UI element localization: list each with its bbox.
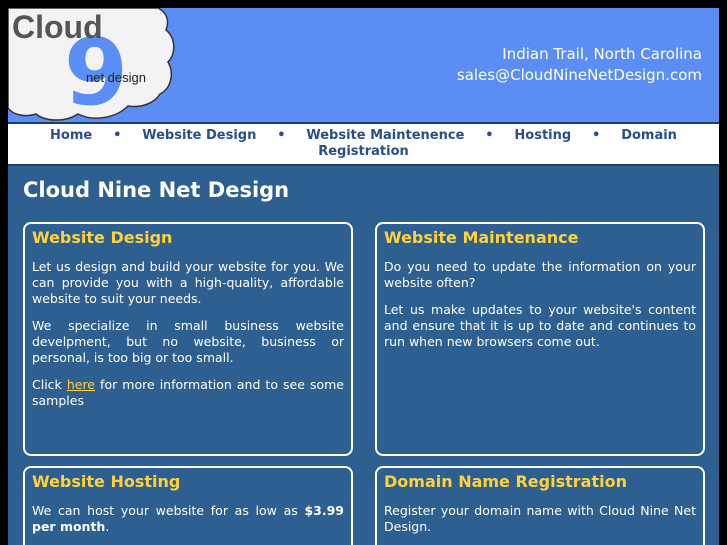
box-heading: Domain Name Registration (384, 472, 627, 491)
box-paragraph: Let us make updates to your website's co… (384, 302, 696, 349)
nav-website-design[interactable]: Website Design (142, 128, 256, 143)
box-heading: Website Maintenance (384, 228, 579, 247)
website-design-box: Website Design Let us design and build y… (23, 222, 353, 456)
location-text: Indian Trail, North Carolina (502, 45, 702, 63)
page-title: Cloud Nine Net Design (23, 178, 290, 202)
nav-row: Home • Website Design • Website Maintenence •… (8, 128, 719, 143)
page-frame: 9 Cloud net design Indian Trail, North C… (8, 8, 719, 545)
hosting-period: . (105, 519, 110, 534)
box-heading: Website Design (32, 228, 173, 247)
nav-separator: • (485, 128, 494, 143)
box-paragraph: Let us design and build your website for… (32, 259, 344, 306)
nav-separator: • (277, 128, 286, 143)
box-paragraph: We specialize in small business website … (32, 318, 344, 365)
header: 9 Cloud net design Indian Trail, North C… (8, 8, 719, 126)
logo-word: Cloud (12, 9, 103, 45)
nav-hosting[interactable]: Hosting (514, 128, 571, 143)
cloud-nine-logo[interactable]: 9 Cloud net design (8, 8, 178, 126)
box-paragraph: Register your domain name with Cloud Nin… (384, 503, 696, 534)
box-paragraph: We can host your website for as low as $… (32, 503, 344, 535)
email-text[interactable]: sales@CloudNineNetDesign.com (457, 65, 702, 86)
nav-bar: Home • Website Design • Website Maintenence •… (8, 122, 719, 166)
website-maintenance-box: Website Maintenance Do you need to updat… (375, 222, 705, 456)
box-paragraph: Do you need to update the information on… (384, 259, 696, 290)
nav-website-maintenence[interactable]: Website Maintenence (306, 128, 464, 143)
hosting-text: We can host your website for as low as (32, 503, 305, 518)
click-text: Click (32, 377, 67, 392)
domain-registration-box: Domain Name Registration Register your d… (375, 466, 705, 545)
nav-domain-registration-wrap[interactable]: Registration (318, 144, 409, 159)
nav-row-wrap: Registration (8, 144, 719, 159)
here-link[interactable]: here (67, 377, 95, 392)
nav-separator: • (592, 128, 601, 143)
box-heading: Website Hosting (32, 472, 181, 491)
website-hosting-box: Website Hosting We can host your website… (23, 466, 353, 545)
logo-subtitle: net design (86, 70, 146, 85)
nav-domain-registration[interactable]: Domain (621, 128, 677, 143)
contact-info: Indian Trail, North Carolina sales@Cloud… (457, 44, 702, 86)
nav-separator: • (113, 128, 122, 143)
box-paragraph: Click here for more information and to s… (32, 377, 344, 409)
nav-home[interactable]: Home (50, 128, 92, 143)
